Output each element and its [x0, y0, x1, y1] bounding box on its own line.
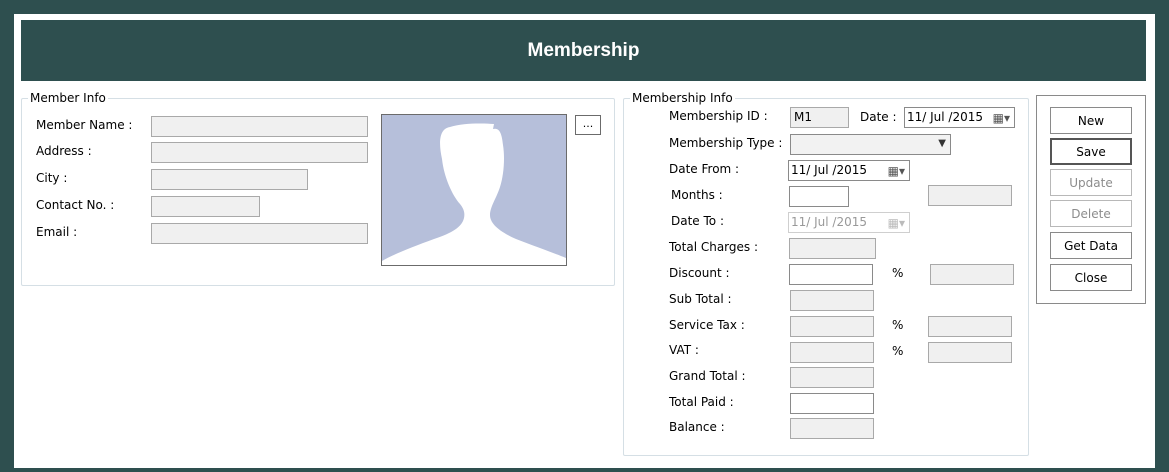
date-label: Date :	[860, 110, 897, 124]
total-paid-label: Total Paid :	[669, 395, 734, 409]
discount-field[interactable]	[789, 264, 873, 285]
header-bar: Membership	[21, 20, 1146, 81]
contact-label: Contact No. :	[36, 198, 115, 212]
date-picker[interactable]: 11/ Jul /2015 ▦▾	[904, 107, 1015, 128]
balance-field[interactable]	[790, 418, 874, 439]
sub-total-label: Sub Total :	[669, 292, 732, 306]
membership-id-label: Membership ID :	[669, 109, 768, 123]
date-to-label: Date To :	[671, 214, 724, 228]
date-to-value: 11/ Jul /2015	[791, 215, 868, 229]
balance-label: Balance :	[669, 420, 725, 434]
delete-button[interactable]: Delete	[1050, 200, 1132, 227]
grand-total-field[interactable]	[790, 367, 874, 388]
form-panel: Membership Member Info Member Name : Add…	[14, 14, 1155, 468]
membership-type-label: Membership Type :	[669, 136, 783, 150]
discount-amount-field[interactable]	[930, 264, 1014, 285]
discount-label: Discount :	[669, 266, 730, 280]
contact-field[interactable]	[151, 196, 260, 217]
months-field[interactable]	[789, 186, 849, 207]
member-name-field[interactable]	[151, 116, 368, 137]
person-silhouette-icon	[382, 123, 566, 265]
vat-label: VAT :	[669, 343, 699, 357]
date-to-picker: 11/ Jul /2015 ▦▾	[788, 212, 910, 233]
close-button[interactable]: Close	[1050, 264, 1132, 291]
email-label: Email :	[36, 225, 78, 239]
new-button[interactable]: New	[1050, 107, 1132, 134]
save-button[interactable]: Save	[1050, 138, 1132, 165]
update-button[interactable]: Update	[1050, 169, 1132, 196]
sub-total-field[interactable]	[790, 290, 874, 311]
discount-percent-sign: %	[892, 266, 904, 280]
get-data-button[interactable]: Get Data	[1050, 232, 1132, 259]
member-info-legend: Member Info	[30, 91, 106, 105]
months-extra-field[interactable]	[928, 185, 1012, 206]
chevron-down-icon: ▼	[938, 138, 946, 149]
city-field[interactable]	[151, 169, 308, 190]
date-from-picker[interactable]: 11/ Jul /2015 ▦▾	[788, 160, 910, 181]
page-title: Membership	[527, 39, 640, 61]
service-tax-field[interactable]	[790, 316, 874, 337]
date-from-value: 11/ Jul /2015	[791, 163, 868, 177]
date-from-label: Date From :	[669, 162, 740, 176]
membership-info-legend: Membership Info	[632, 91, 733, 105]
address-field[interactable]	[151, 142, 368, 163]
member-photo	[381, 114, 567, 266]
browse-photo-button[interactable]: ...	[575, 115, 601, 135]
calendar-icon: ▦▾	[887, 216, 905, 230]
total-charges-label: Total Charges :	[669, 240, 759, 254]
months-label: Months :	[671, 188, 723, 202]
total-charges-field[interactable]	[789, 238, 876, 259]
vat-field[interactable]	[790, 342, 874, 363]
date-value: 11/ Jul /2015	[907, 110, 984, 124]
membership-id-field[interactable]: M1	[790, 107, 849, 128]
membership-type-select[interactable]: ▼	[790, 134, 951, 155]
grand-total-label: Grand Total :	[669, 369, 746, 383]
vat-amount-field[interactable]	[928, 342, 1012, 363]
address-label: Address :	[36, 144, 92, 158]
total-paid-field[interactable]	[790, 393, 874, 414]
email-field[interactable]	[151, 223, 368, 244]
calendar-icon[interactable]: ▦▾	[888, 164, 905, 178]
service-tax-label: Service Tax :	[669, 318, 745, 332]
member-name-label: Member Name :	[36, 118, 133, 132]
vat-percent-sign: %	[892, 344, 904, 358]
calendar-icon[interactable]: ▦▾	[993, 111, 1010, 125]
service-tax-percent-sign: %	[892, 318, 904, 332]
city-label: City :	[36, 171, 68, 185]
service-tax-amount-field[interactable]	[928, 316, 1012, 337]
